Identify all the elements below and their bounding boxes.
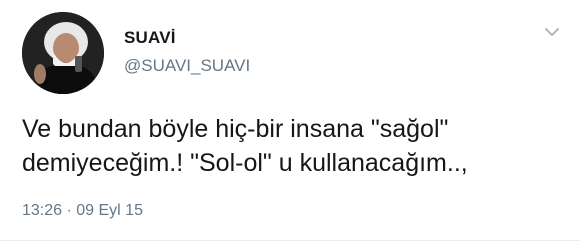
chevron-down-icon[interactable] [540,22,564,42]
tweet-card: SUAVİ @SUAVI_SUAVI Ve bundan böyle hiç-b… [0,0,580,245]
display-name[interactable]: SUAVİ [124,28,176,48]
divider [0,240,580,241]
avatar-photo [22,12,104,94]
timestamp[interactable]: 13:26 · 09 Eyl 15 [22,202,143,220]
username-handle[interactable]: @SUAVI_SUAVI [124,56,250,76]
tweet-text: Ve bundan böyle hiç-bir insana "sağol" d… [22,115,468,177]
avatar[interactable] [22,12,104,94]
